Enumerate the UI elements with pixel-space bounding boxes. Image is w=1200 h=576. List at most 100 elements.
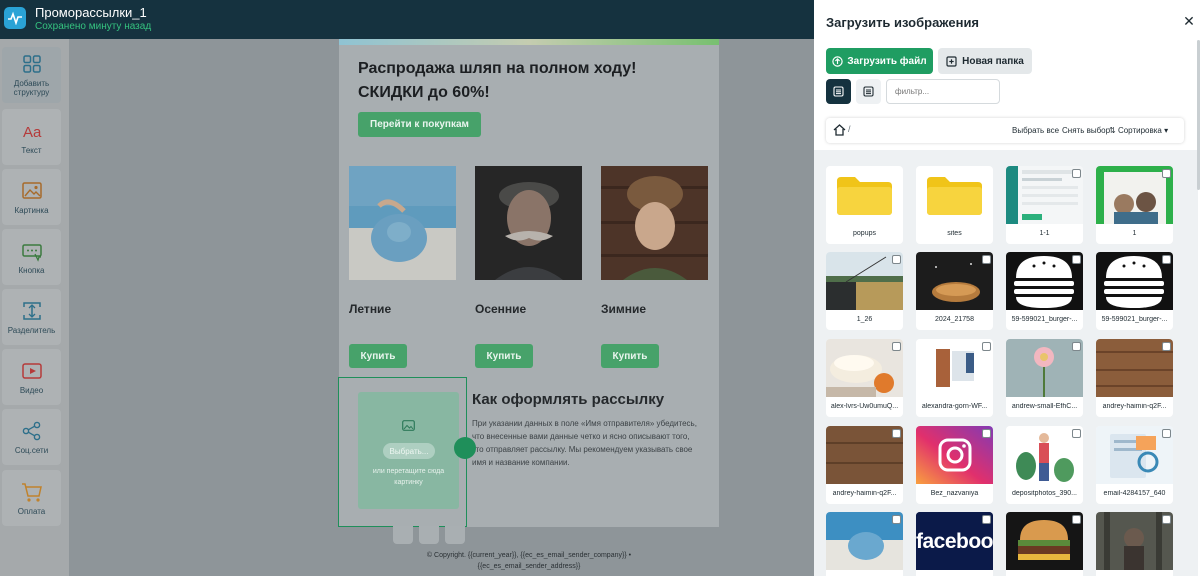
select-checkbox[interactable] xyxy=(982,429,991,438)
file-name: alexandra-gorn-WF... xyxy=(921,403,988,410)
deselect-button[interactable]: Снять выбор xyxy=(1062,126,1110,135)
block-action-tab[interactable] xyxy=(393,526,413,544)
sort-dropdown[interactable]: ⇅ Сортировка ▾ xyxy=(1109,126,1168,135)
file-name: Bez_nazvaniya xyxy=(930,490,979,497)
banner-image[interactable] xyxy=(339,39,719,45)
buy-button[interactable]: Купить xyxy=(601,344,659,368)
close-icon[interactable]: ✕ xyxy=(1182,14,1196,28)
details-view-icon xyxy=(863,86,874,97)
product-image-summer[interactable] xyxy=(349,166,456,280)
image-item[interactable]: andrew-small-EfhC... xyxy=(1006,339,1083,417)
email-headline[interactable]: Распродажа шляп на полном ходу! СКИДКИ д… xyxy=(358,57,708,105)
file-name: 1-1 xyxy=(1039,230,1050,237)
folder-item[interactable]: sites xyxy=(916,166,993,244)
folder-item[interactable]: popups xyxy=(826,166,903,244)
select-checkbox[interactable] xyxy=(1162,342,1171,351)
select-checkbox[interactable] xyxy=(1162,515,1171,524)
tool-social[interactable]: Соц.сети xyxy=(2,409,61,465)
image-item[interactable]: depositphotos_390... xyxy=(1006,426,1083,504)
folder-path-bar: / Выбрать все Снять выбор ⇅ Сортировка ▾ xyxy=(826,118,1184,143)
file-name: andrew-small-EfhC... xyxy=(1011,403,1078,410)
grid-view-button[interactable] xyxy=(826,79,851,104)
select-checkbox[interactable] xyxy=(1072,429,1081,438)
image-item[interactable]: alex-lvrs-Uw0umuQ... xyxy=(826,339,903,417)
select-checkbox[interactable] xyxy=(892,515,901,524)
product-name[interactable]: Летние xyxy=(349,302,391,316)
tool-button[interactable]: Кнопка xyxy=(2,229,61,285)
upload-file-label: Загрузить файл xyxy=(847,55,927,67)
image-item[interactable]: 59-599021_burger-... xyxy=(1096,252,1173,330)
save-status: Сохранено минуту назад xyxy=(35,21,152,32)
image-dropzone[interactable]: Выбрать... или перетащите сюда картинку xyxy=(358,392,459,509)
select-checkbox[interactable] xyxy=(982,342,991,351)
list-view-button[interactable] xyxy=(856,79,881,104)
image-item[interactable]: andrey-haimin-q2F... xyxy=(826,426,903,504)
select-checkbox[interactable] xyxy=(1162,169,1171,178)
select-checkbox[interactable] xyxy=(1072,169,1081,178)
home-icon[interactable] xyxy=(833,124,846,136)
product-image-autumn[interactable] xyxy=(475,166,582,280)
select-all-button[interactable]: Выбрать все xyxy=(1012,126,1059,135)
video-icon xyxy=(21,362,42,379)
tool-label: Оплата xyxy=(17,506,46,516)
upload-file-button[interactable]: Загрузить файл xyxy=(826,48,933,74)
folder-icon xyxy=(837,177,892,215)
image-item[interactable] xyxy=(826,512,903,576)
image-item[interactable]: 1 xyxy=(1096,166,1173,244)
tool-label: Соц.сети xyxy=(14,445,49,455)
tool-video[interactable]: Видео xyxy=(2,349,61,405)
select-checkbox[interactable] xyxy=(892,255,901,264)
block-action-tab[interactable] xyxy=(419,526,439,544)
tool-image[interactable]: Картинка xyxy=(2,169,61,225)
buy-button[interactable]: Купить xyxy=(475,344,533,368)
email-footer[interactable]: © Copyright. {{current_year}}, {{ec_es_e… xyxy=(389,550,669,572)
image-item[interactable]: 59-599021_burger-... xyxy=(1006,252,1083,330)
shop-now-button[interactable]: Перейти к покупкам xyxy=(358,112,481,137)
select-checkbox[interactable] xyxy=(1162,429,1171,438)
tool-text[interactable]: Aa Текст xyxy=(2,109,61,165)
select-checkbox[interactable] xyxy=(1072,342,1081,351)
select-checkbox[interactable] xyxy=(1162,255,1171,264)
image-item[interactable]: 2024_21758 xyxy=(916,252,993,330)
campaign-title[interactable]: Проморассылки_1 xyxy=(35,5,147,20)
product-image-winter[interactable] xyxy=(601,166,708,280)
tool-divider[interactable]: Разделитель xyxy=(2,289,61,345)
text-icon: Aa xyxy=(23,124,42,141)
image-item[interactable] xyxy=(1006,512,1083,576)
product-name[interactable]: Осенние xyxy=(475,302,526,316)
select-checkbox[interactable] xyxy=(892,342,901,351)
file-name: popups xyxy=(853,230,876,237)
new-folder-button[interactable]: Новая папка xyxy=(938,48,1032,74)
select-checkbox[interactable] xyxy=(982,515,991,524)
svg-text:Aa: Aa xyxy=(23,124,42,141)
select-checkbox[interactable] xyxy=(892,429,901,438)
file-name: andrey-haimin-q2F... xyxy=(1102,403,1167,410)
filter-input[interactable] xyxy=(886,79,1000,104)
tool-payment[interactable]: Оплата xyxy=(2,470,61,526)
image-item[interactable]: andrey-haimin-q2F... xyxy=(1096,339,1173,417)
file-name: 59-599021_burger-... xyxy=(1011,316,1078,323)
image-item[interactable]: 1_26 xyxy=(826,252,903,330)
image-item[interactable]: email-4284157_640 xyxy=(1096,426,1173,504)
image-item[interactable]: faceboo xyxy=(916,512,993,576)
block-action-tab[interactable] xyxy=(445,526,465,544)
tool-label: Картинка xyxy=(14,205,49,215)
image-item[interactable]: alexandra-gorn-WF... xyxy=(916,339,993,417)
image-item[interactable]: 1-1 xyxy=(1006,166,1083,244)
section-text[interactable]: При указании данных в поле «Имя отправит… xyxy=(472,417,702,469)
file-name: andrey-haimin-q2F... xyxy=(832,490,897,497)
select-checkbox[interactable] xyxy=(982,255,991,264)
select-checkbox[interactable] xyxy=(1072,255,1081,264)
app-logo-icon[interactable] xyxy=(4,7,26,29)
select-checkbox[interactable] xyxy=(1072,515,1081,524)
buy-button[interactable]: Купить xyxy=(349,344,407,368)
tool-add-structure[interactable]: Добавить структуру xyxy=(2,47,61,103)
choose-image-button[interactable]: Выбрать... xyxy=(383,443,435,459)
button-icon xyxy=(21,243,42,262)
resize-handle[interactable] xyxy=(454,437,476,459)
facebook-logo-text: faceboo xyxy=(916,530,993,553)
section-title[interactable]: Как оформлять рассылку xyxy=(472,391,664,408)
image-item[interactable]: Bez_nazvaniya xyxy=(916,426,993,504)
image-item[interactable] xyxy=(1096,512,1173,576)
product-name[interactable]: Зимние xyxy=(601,302,646,316)
